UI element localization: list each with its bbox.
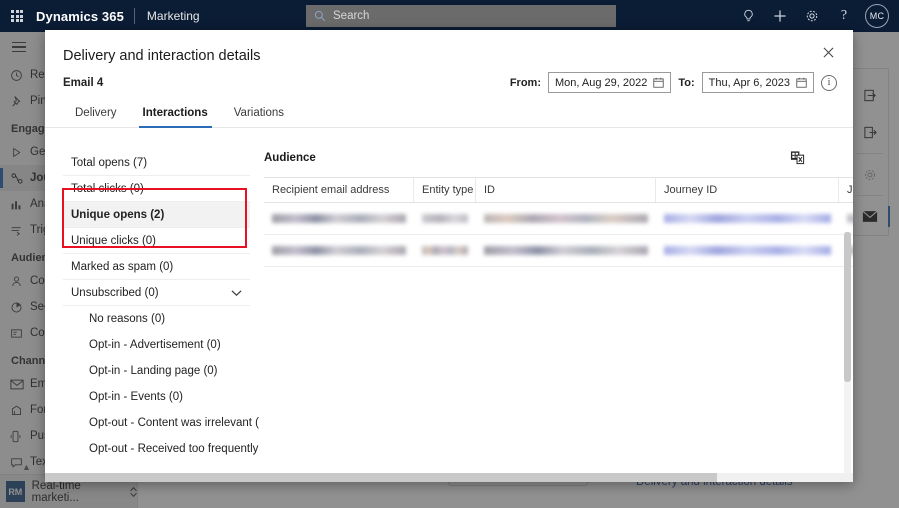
column-id[interactable]: ID xyxy=(476,178,656,202)
table-header-row: Recipient email address Entity type ID J… xyxy=(264,177,853,203)
unsub-reason-optin-events[interactable]: Opt-in - Events (0) xyxy=(63,384,250,410)
metric-total-clicks[interactable]: Total clicks (0) xyxy=(63,176,250,202)
export-to-excel-icon[interactable] xyxy=(790,150,805,165)
column-journey-run[interactable]: Journey Run xyxy=(839,178,853,202)
search-icon xyxy=(314,10,326,22)
audience-table: Recipient email address Entity type ID J… xyxy=(264,177,853,267)
unsub-reason-optin-landing-page[interactable]: Opt-in - Landing page (0) xyxy=(63,358,250,384)
to-date-value: Thu, Apr 6, 2023 xyxy=(708,76,790,89)
column-entity-type[interactable]: Entity type xyxy=(414,178,476,202)
close-icon[interactable] xyxy=(815,39,841,65)
cell-recipient-email-address xyxy=(264,235,414,266)
global-search[interactable] xyxy=(306,5,616,27)
cell-journey-id xyxy=(656,235,839,266)
audience-title: Audience xyxy=(264,151,316,164)
to-label: To: xyxy=(678,76,695,89)
cell-journey-id xyxy=(656,203,839,234)
email-name-label: Email 4 xyxy=(63,77,104,89)
audience-header: Audience xyxy=(264,150,853,177)
top-header-bar: Dynamics 365 Marketing Search ? MC xyxy=(0,0,899,32)
header-icon-group: ? MC xyxy=(733,0,893,32)
app-root: Dynamics 365 Marketing Search ? MC Deliv… xyxy=(0,0,899,508)
to-date-picker[interactable]: Thu, Apr 6, 2023 xyxy=(701,72,814,93)
date-range-controls: From: Mon, Aug 29, 2022 To: Thu, Apr 6, … xyxy=(510,72,837,93)
cell-entity-type xyxy=(414,235,476,266)
metric-total-opens[interactable]: Total opens (7) xyxy=(63,150,250,176)
unsub-reason-no-reasons[interactable]: No reasons (0) xyxy=(63,306,250,332)
table-row[interactable] xyxy=(264,235,853,267)
metric-marked-as-spam[interactable]: Marked as spam (0) xyxy=(63,254,250,280)
gear-icon[interactable] xyxy=(797,0,827,32)
vertical-scrollbar-thumb[interactable] xyxy=(844,232,851,382)
plus-icon[interactable] xyxy=(765,0,795,32)
from-date-value: Mon, Aug 29, 2022 xyxy=(555,76,648,89)
table-row[interactable] xyxy=(264,203,853,235)
calendar-icon xyxy=(653,77,664,88)
dialog-tabs: Delivery Interactions Variations xyxy=(45,89,853,128)
delivery-interaction-dialog: Delivery and interaction details Email 4… xyxy=(45,30,853,482)
cell-id xyxy=(476,235,656,266)
avatar[interactable]: MC xyxy=(865,4,889,28)
tab-interactions[interactable]: Interactions xyxy=(131,103,220,128)
dialog-body: Total opens (7) Total clicks (0) Unique … xyxy=(45,128,853,482)
tab-variations[interactable]: Variations xyxy=(222,103,296,127)
brand-label: Dynamics 365 xyxy=(36,8,124,24)
help-icon[interactable]: ? xyxy=(829,0,859,32)
cell-entity-type xyxy=(414,203,476,234)
cell-journey-run xyxy=(839,203,853,234)
calendar-icon xyxy=(796,77,807,88)
metric-unsubscribed[interactable]: Unsubscribed (0) xyxy=(63,280,250,306)
dialog-subheader: Email 4 From: Mon, Aug 29, 2022 To: Thu,… xyxy=(45,64,853,93)
column-recipient-email-address[interactable]: Recipient email address xyxy=(264,178,414,202)
metric-unsubscribed-label: Unsubscribed (0) xyxy=(71,286,159,299)
audience-pane: Audience Recipient email address Entity … xyxy=(250,138,853,482)
info-icon[interactable]: i xyxy=(821,74,837,91)
waffle-grid-icon[interactable] xyxy=(0,0,34,32)
dialog-title: Delivery and interaction details xyxy=(63,48,261,64)
metrics-list: Total opens (7) Total clicks (0) Unique … xyxy=(45,138,259,482)
vertical-scrollbar[interactable] xyxy=(844,232,851,482)
chevron-down-icon[interactable] xyxy=(231,289,242,297)
metric-unique-opens[interactable]: Unique opens (2) xyxy=(63,202,250,228)
app-name-label: Marketing xyxy=(146,9,200,23)
horizontal-scrollbar-thumb[interactable] xyxy=(45,473,717,482)
lightbulb-icon[interactable] xyxy=(733,0,763,32)
metric-unique-clicks[interactable]: Unique clicks (0) xyxy=(63,228,250,254)
from-date-picker[interactable]: Mon, Aug 29, 2022 xyxy=(548,72,672,93)
unsub-reason-optout-irrelevant[interactable]: Opt-out - Content was irrelevant ( xyxy=(63,410,259,436)
cell-recipient-email-address xyxy=(264,203,414,234)
search-input[interactable] xyxy=(333,10,608,22)
cell-id xyxy=(476,203,656,234)
column-journey-id[interactable]: Journey ID xyxy=(656,178,839,202)
unsub-reason-optout-too-frequently[interactable]: Opt-out - Received too frequently xyxy=(63,436,258,462)
tab-delivery[interactable]: Delivery xyxy=(63,103,129,127)
from-label: From: xyxy=(509,76,541,89)
horizontal-scrollbar[interactable] xyxy=(45,473,853,482)
unsub-reason-optin-advertisement[interactable]: Opt-in - Advertisement (0) xyxy=(63,332,250,358)
